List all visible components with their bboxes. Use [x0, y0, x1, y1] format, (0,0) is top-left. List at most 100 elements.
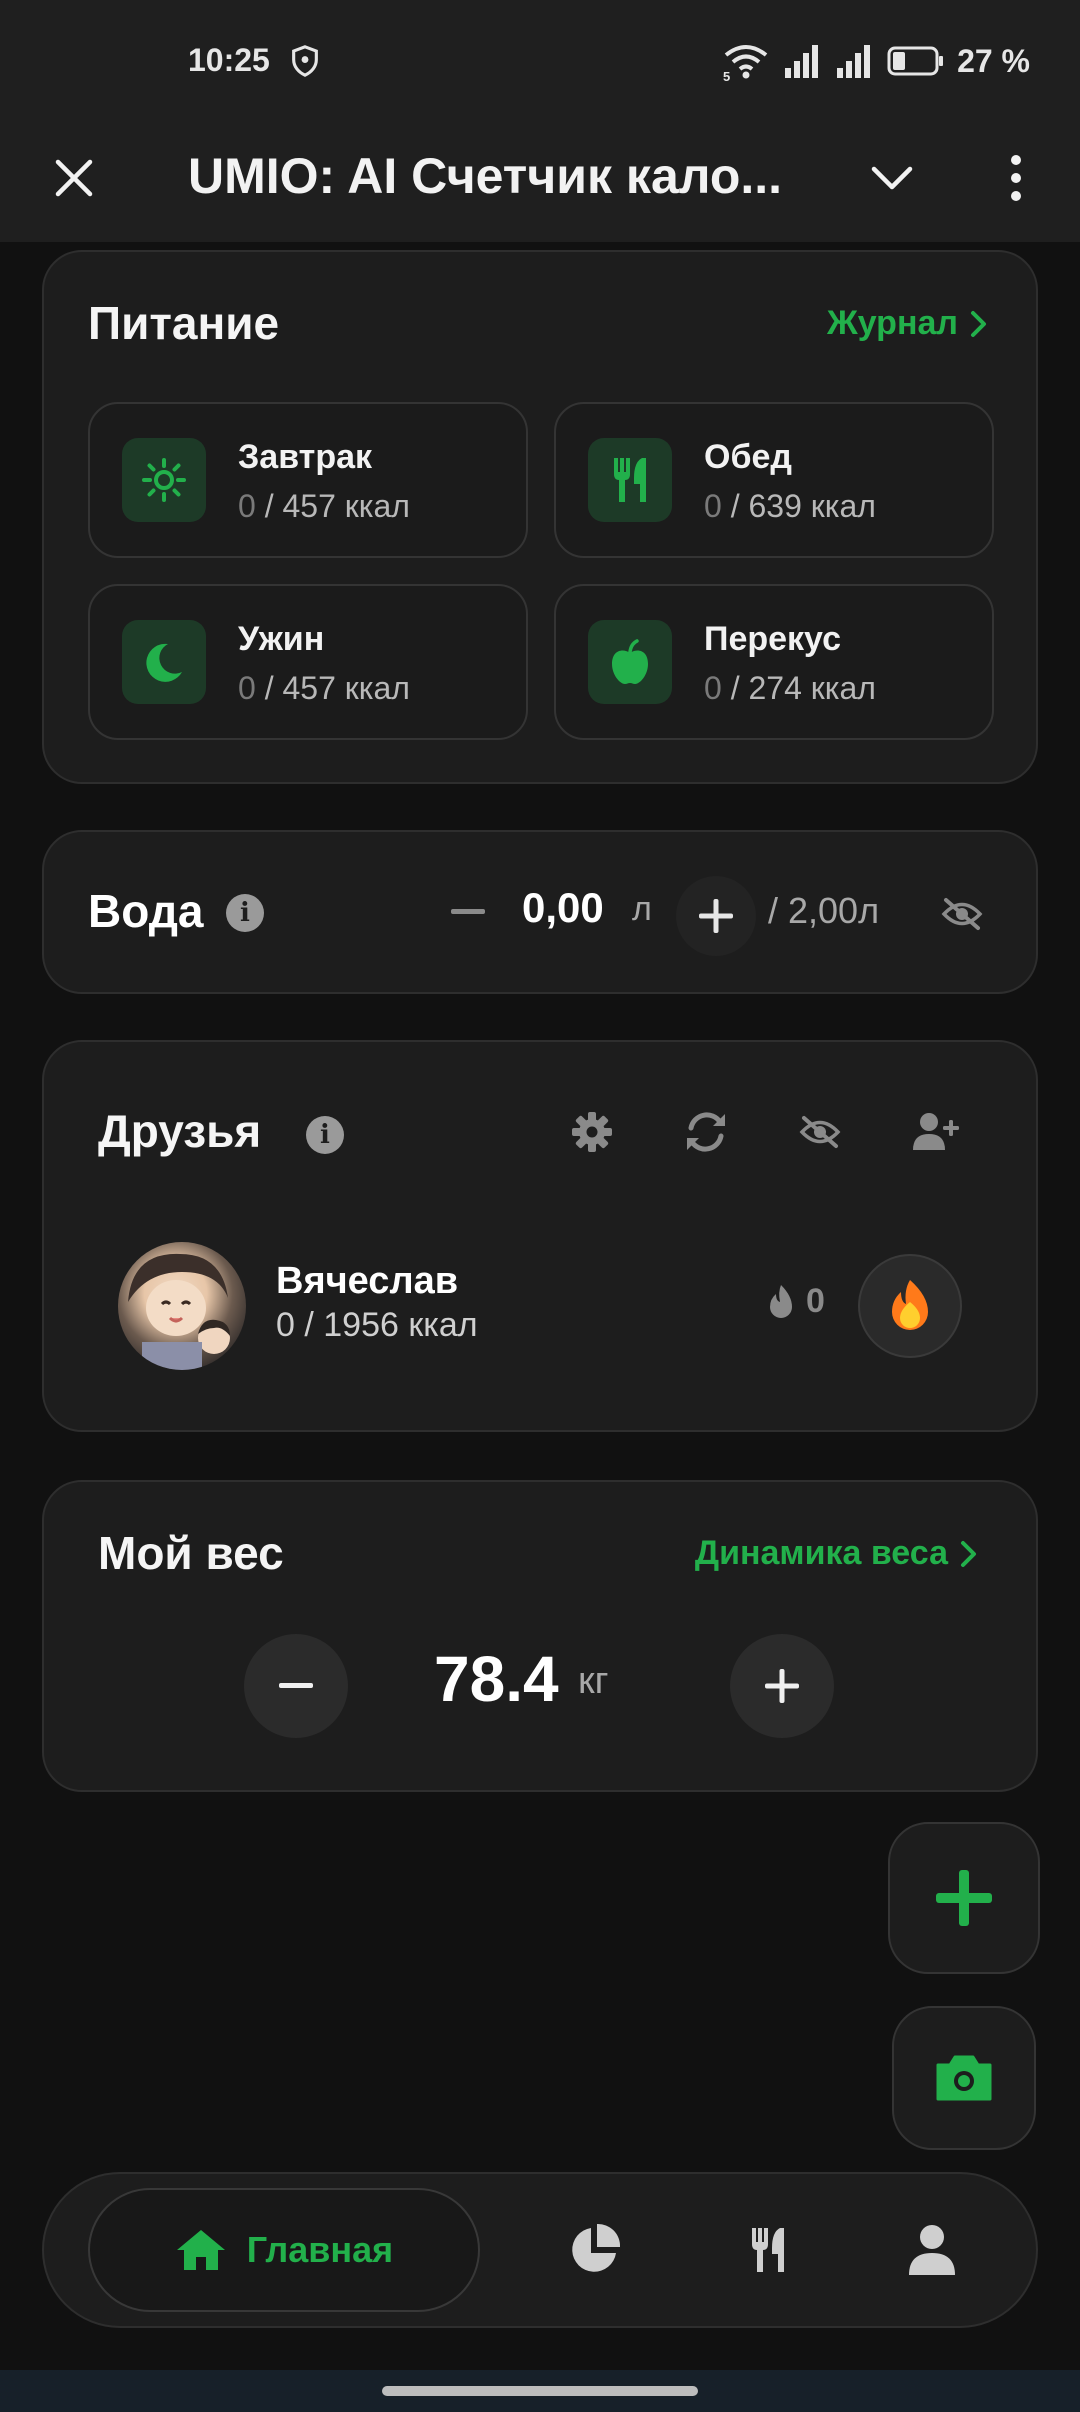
gear-icon	[572, 1112, 612, 1152]
weight-decrease-button[interactable]	[244, 1634, 348, 1738]
nav-home[interactable]: Главная	[88, 2188, 480, 2312]
eye-slash-icon	[799, 1116, 841, 1148]
nav-home-label: Главная	[246, 2229, 394, 2270]
meal-dinner[interactable]: Ужин 0 / 457 ккал	[88, 584, 528, 740]
signal-icon-2	[837, 45, 871, 78]
fire-emoji-icon	[892, 1280, 928, 1330]
app-bar: UMIO: AI Счетчик кало...	[0, 124, 1080, 242]
flame-icon	[770, 1284, 792, 1318]
meal-kcal: 0 / 457 ккал	[238, 488, 410, 525]
sun-icon	[122, 438, 206, 522]
user-icon	[909, 2225, 955, 2275]
meal-snack[interactable]: Перекус 0 / 274 ккал	[554, 584, 994, 740]
chevron-right-icon	[961, 1540, 976, 1567]
camera-icon	[936, 2055, 992, 2101]
journal-link-label: Журнал	[826, 304, 958, 342]
water-increase-button[interactable]	[676, 876, 756, 956]
weight-value: 78.4	[434, 1643, 559, 1715]
send-fire-button[interactable]	[858, 1254, 962, 1358]
battery-percent: 27 %	[957, 42, 1030, 79]
meal-eaten: 0	[238, 488, 256, 524]
chevron-right-icon	[971, 310, 986, 337]
water-goal: / 2,00л	[768, 890, 880, 931]
home-icon	[176, 2230, 225, 2270]
user-plus-icon	[913, 1113, 959, 1150]
wifi-icon: 5	[723, 45, 768, 81]
meal-kcal: 0 / 274 ккал	[704, 670, 876, 707]
friend-name: Вячеслав	[276, 1260, 459, 1302]
meal-goal: / 274 ккал	[721, 670, 876, 706]
pie-chart-icon	[572, 2223, 621, 2272]
weight-unit: кг	[578, 1660, 609, 1702]
refresh-icon	[687, 1112, 725, 1152]
apple-icon	[588, 620, 672, 704]
chevron-down-icon	[871, 166, 913, 190]
water-card: Вода i 0,00 л / 2,00л	[42, 830, 1038, 994]
meal-eaten: 0	[704, 670, 722, 706]
moon-icon	[122, 620, 206, 704]
nav-food[interactable]	[726, 2208, 810, 2292]
meal-name: Завтрак	[238, 438, 373, 476]
info-icon[interactable]: i	[226, 894, 264, 932]
meal-kcal: 0 / 639 ккал	[704, 488, 876, 525]
signal-icon	[785, 45, 819, 78]
add-food-fab[interactable]	[888, 1822, 1040, 1974]
water-unit: л	[632, 890, 652, 928]
battery-icon	[887, 46, 944, 76]
friends-title: Друзья	[98, 1105, 262, 1157]
expand-button[interactable]	[860, 146, 924, 210]
network-badge: 5	[723, 69, 730, 81]
meal-name: Обед	[704, 438, 792, 476]
water-decrease-button[interactable]	[436, 880, 500, 944]
more-menu-button[interactable]	[984, 146, 1048, 210]
close-button[interactable]	[42, 146, 106, 210]
water-hide-button[interactable]	[934, 886, 990, 942]
plus-icon	[765, 1669, 799, 1703]
bottom-nav: Главная	[42, 2172, 1038, 2328]
home-indicator[interactable]	[382, 2386, 698, 2396]
more-vertical-icon	[1011, 155, 1021, 201]
friend-streak: 0	[768, 1282, 825, 1321]
eye-slash-icon	[941, 898, 983, 930]
water-value: 0,00	[522, 884, 604, 931]
close-icon	[55, 159, 93, 197]
journal-link[interactable]: Журнал	[827, 304, 988, 343]
status-time: 10:25	[188, 42, 270, 78]
minus-icon	[279, 1683, 313, 1688]
plus-icon	[699, 899, 733, 933]
nutrition-title: Питание	[88, 297, 280, 349]
friends-settings-button[interactable]	[562, 1102, 622, 1162]
friends-refresh-button[interactable]	[676, 1102, 736, 1162]
weight-dynamics-label: Динамика веса	[694, 1534, 948, 1572]
meal-lunch[interactable]: Обед 0 / 639 ккал	[554, 402, 994, 558]
meal-kcal: 0 / 457 ккал	[238, 670, 410, 707]
friends-hide-button[interactable]	[790, 1102, 850, 1162]
meal-name: Перекус	[704, 620, 842, 658]
weight-title: Мой вес	[98, 1527, 284, 1579]
app-title: UMIO: AI Счетчик кало...	[188, 148, 783, 204]
weight-dynamics-link[interactable]: Динамика веса	[695, 1534, 978, 1573]
utensils-icon	[588, 438, 672, 522]
meal-eaten: 0	[704, 488, 722, 524]
weight-increase-button[interactable]	[730, 1634, 834, 1738]
meal-name: Ужин	[238, 620, 325, 658]
status-bar: 10:25 5 27 %	[0, 0, 1080, 124]
water-title: Вода	[88, 885, 204, 937]
nutrition-card: Питание Журнал Завтрак 0 / 457 ккал Обед…	[42, 250, 1038, 784]
minus-icon	[451, 909, 485, 914]
utensils-icon	[752, 2228, 784, 2272]
weight-card: Мой вес Динамика веса 78.4 кг	[42, 1480, 1038, 1792]
plus-icon	[936, 1870, 992, 1926]
camera-fab[interactable]	[892, 2006, 1036, 2150]
friend-kcal: 0 / 1956 ккал	[276, 1306, 478, 1344]
nav-stats[interactable]	[552, 2208, 636, 2292]
meal-breakfast[interactable]: Завтрак 0 / 457 ккал	[88, 402, 528, 558]
friends-card: Друзья i Вячеслав 0 / 1956 ккал 0	[42, 1040, 1038, 1432]
meal-goal: / 639 ккал	[721, 488, 876, 524]
streak-count: 0	[806, 1282, 825, 1320]
shield-icon	[292, 45, 318, 77]
avatar[interactable]	[118, 1242, 246, 1370]
info-icon[interactable]: i	[306, 1116, 344, 1154]
add-friend-button[interactable]	[906, 1102, 966, 1162]
nav-profile[interactable]	[890, 2208, 974, 2292]
